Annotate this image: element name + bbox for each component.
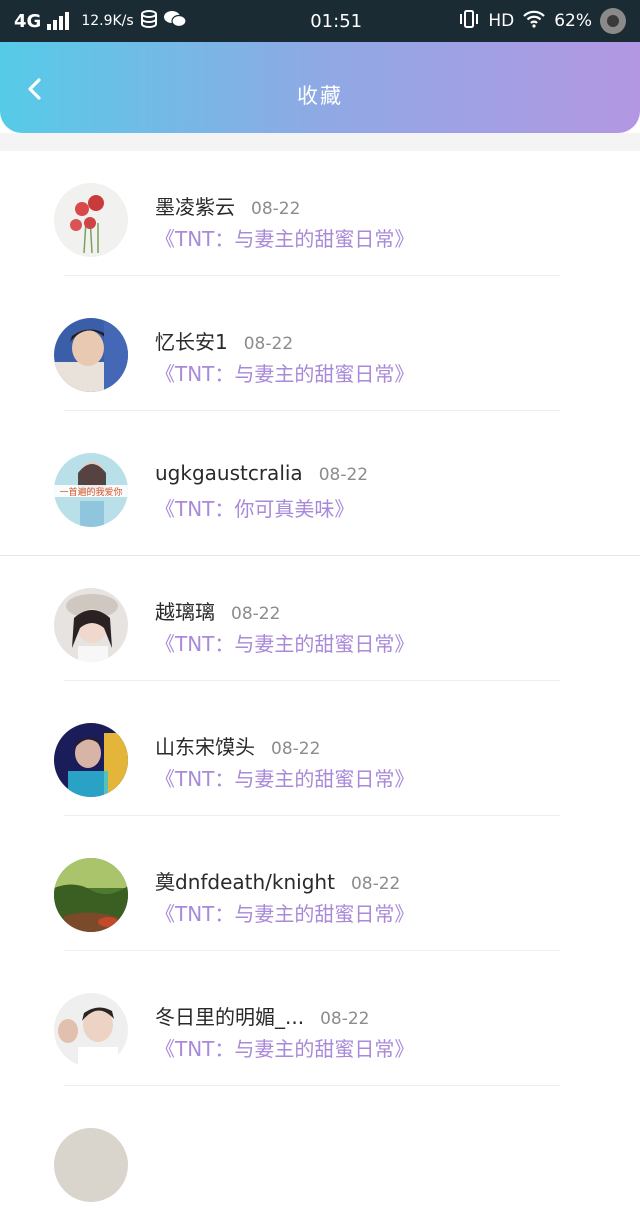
avatar[interactable] <box>54 723 128 797</box>
list-item[interactable]: 忆长安1 08-22 《TNT：与妻主的甜蜜日常》 <box>0 286 640 421</box>
date: 08-22 <box>251 199 301 219</box>
storage-icon <box>140 10 158 32</box>
username: 山东宋馍头 <box>155 735 255 759</box>
vibrate-icon <box>458 9 480 33</box>
network-type: 4G <box>14 10 42 32</box>
avatar[interactable] <box>54 993 128 1067</box>
avatar[interactable] <box>54 858 128 932</box>
avatar[interactable]: 一首遍的我爱你 <box>54 453 128 527</box>
list-item[interactable]: 冬日里的明媚_... 08-22 《TNT：与妻主的甜蜜日常》 <box>0 961 640 1096</box>
list-item[interactable]: 越璃璃 08-22 《TNT：与妻主的甜蜜日常》 <box>0 556 640 691</box>
wechat-icon <box>163 10 187 32</box>
list-item[interactable] <box>0 1096 640 1231</box>
book-title-link[interactable]: 《TNT：与妻主的甜蜜日常》 <box>155 628 414 657</box>
book-title-link[interactable]: 《TNT：与妻主的甜蜜日常》 <box>155 763 414 792</box>
avatar[interactable] <box>54 1128 128 1202</box>
date: 08-22 <box>231 604 281 624</box>
book-title-link[interactable]: 《TNT：与妻主的甜蜜日常》 <box>155 358 414 387</box>
status-right: HD 62% <box>458 8 626 34</box>
list-item[interactable]: 奠dnfdeath/knight 08-22 《TNT：与妻主的甜蜜日常》 <box>0 826 640 961</box>
battery-icon <box>600 8 626 34</box>
svg-text:一首遍的我爱你: 一首遍的我爱你 <box>59 486 122 498</box>
username: 墨凌紫云 <box>155 195 235 219</box>
signal-icon <box>47 12 70 30</box>
list-item[interactable]: 一首遍的我爱你 ugkgaustcralia 08-22 《TNT：你可真美味》 <box>0 421 640 556</box>
status-bar: 4G 12.9K/s 01:51 HD 62% <box>0 0 640 42</box>
avatar[interactable] <box>54 588 128 662</box>
username: 越璃璃 <box>155 600 215 624</box>
page-title: 收藏 <box>297 84 343 108</box>
divider <box>64 950 560 951</box>
book-title-link[interactable]: 《TNT：你可真美味》 <box>155 493 354 522</box>
username: ugkgaustcralia <box>155 461 303 485</box>
avatar[interactable] <box>54 318 128 392</box>
divider <box>64 1085 560 1086</box>
favorites-list: 墨凌紫云 08-22 《TNT：与妻主的甜蜜日常》 忆长安1 08-22 《TN… <box>0 151 640 1231</box>
date: 08-22 <box>243 334 294 354</box>
clock: 01:51 <box>310 10 363 32</box>
divider <box>64 275 560 276</box>
list-item[interactable]: 墨凌紫云 08-22 《TNT：与妻主的甜蜜日常》 <box>0 151 640 286</box>
username: 忆长安1 <box>155 330 228 354</box>
divider <box>64 815 560 816</box>
username: 冬日里的明媚_... <box>155 1005 305 1029</box>
hd-label: HD <box>488 11 515 31</box>
divider <box>64 410 560 411</box>
book-title-link[interactable]: 《TNT：与妻主的甜蜜日常》 <box>155 1033 414 1062</box>
wifi-icon <box>522 10 546 33</box>
header-separator <box>0 133 640 151</box>
book-title-link[interactable]: 《TNT：与妻主的甜蜜日常》 <box>155 223 414 252</box>
date: 08-22 <box>320 1009 370 1029</box>
battery-percent: 62% <box>554 11 592 31</box>
date: 08-22 <box>271 739 321 759</box>
list-item[interactable]: 山东宋馍头 08-22 《TNT：与妻主的甜蜜日常》 <box>0 691 640 826</box>
book-title-link[interactable]: 《TNT：与妻主的甜蜜日常》 <box>155 898 414 927</box>
date: 08-22 <box>350 874 401 894</box>
header-bar: 收藏 <box>0 42 640 133</box>
date: 08-22 <box>318 465 369 485</box>
avatar[interactable] <box>54 183 128 257</box>
divider <box>64 680 560 681</box>
username: 奠dnfdeath/knight <box>155 870 335 894</box>
network-speed: 12.9K/s <box>81 13 134 29</box>
